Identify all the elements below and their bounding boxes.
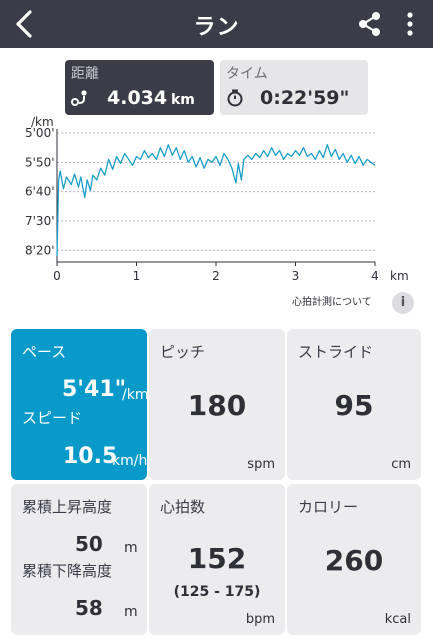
x-tick-label: 2 — [212, 269, 220, 283]
heart-rate-card[interactable]: 心拍数 152 (125 - 175) bpm — [149, 484, 285, 635]
pace-series-line — [56, 144, 376, 257]
ascent-unit: m — [124, 540, 138, 556]
pace-value: 5'41" — [62, 377, 127, 402]
pitch-value: 180 — [187, 389, 247, 422]
tab-time[interactable]: タイム 0:22'59" — [220, 60, 368, 115]
y-tick-label: 8'20' — [25, 243, 55, 257]
y-tick-label: 7'30' — [25, 214, 55, 228]
speed-label: スピード — [22, 409, 83, 427]
calories-title: カロリー — [298, 498, 359, 516]
ascent-label: 累積上昇高度 — [22, 498, 113, 516]
stride-unit: cm — [391, 457, 411, 472]
stride-title: ストライド — [298, 343, 374, 361]
tab-distance[interactable]: 距離 4.034 km — [65, 60, 214, 115]
x-tick-label: 1 — [133, 269, 141, 283]
y-tick-label: 5'00' — [25, 126, 55, 140]
descent-value: 58 — [75, 596, 103, 620]
time-value: 0:22'59" — [260, 87, 350, 109]
pace-card[interactable]: ペース 5'41" /km スピード 10.5 km/h — [11, 329, 149, 480]
heart-rate-unit: bpm — [245, 612, 275, 627]
calories-value: 260 — [324, 544, 384, 577]
y-tick-label: 6'40' — [25, 185, 55, 199]
share-icon[interactable] — [354, 8, 386, 40]
heart-rate-range: (125 - 175) — [173, 584, 261, 600]
info-icon[interactable]: i — [392, 292, 414, 314]
x-tick-label: 0 — [53, 269, 61, 283]
ascent-value: 50 — [75, 532, 103, 556]
descent-label: 累積下降高度 — [22, 562, 113, 580]
x-axis-unit: km — [390, 269, 409, 283]
heart-rate-info-text[interactable]: 心拍計測について — [292, 293, 372, 308]
elevation-card[interactable]: 累積上昇高度 50 m 累積下降高度 58 m — [11, 484, 147, 635]
tab-distance-label: 距離 — [71, 66, 99, 82]
descent-unit: m — [124, 604, 138, 620]
pace-title: ペース — [22, 343, 67, 361]
pitch-title: ピッチ — [160, 343, 206, 361]
speed-unit: km/h — [112, 453, 148, 469]
pace-unit: /km — [122, 387, 149, 403]
stopwatch-icon — [227, 89, 243, 107]
distance-unit: km — [171, 92, 195, 108]
pace-chart: /km5'00'5'50'6'40'7'30'8'20'0 1 2 3 4 km — [25, 115, 409, 283]
stride-value: 95 — [334, 389, 374, 422]
pitch-card[interactable]: ピッチ 180 spm — [149, 329, 285, 480]
calories-unit: kcal — [384, 612, 411, 627]
stride-card[interactable]: ストライド 95 cm — [287, 329, 421, 480]
tab-time-label: タイム — [226, 66, 268, 82]
x-tick-label: 4 — [371, 269, 379, 283]
calories-card[interactable]: カロリー 260 kcal — [287, 484, 421, 635]
x-tick-label: 3 — [292, 269, 300, 283]
heart-rate-value: 152 — [187, 542, 247, 575]
route-icon — [71, 90, 87, 106]
heart-rate-title: 心拍数 — [160, 498, 206, 516]
distance-value: 4.034 — [107, 87, 168, 109]
pitch-unit: spm — [247, 457, 275, 472]
y-tick-label: 5'50' — [25, 155, 55, 169]
more-vertical-icon[interactable] — [398, 8, 422, 40]
speed-value: 10.5 — [63, 444, 118, 469]
app-bar: ラン — [0, 0, 433, 48]
